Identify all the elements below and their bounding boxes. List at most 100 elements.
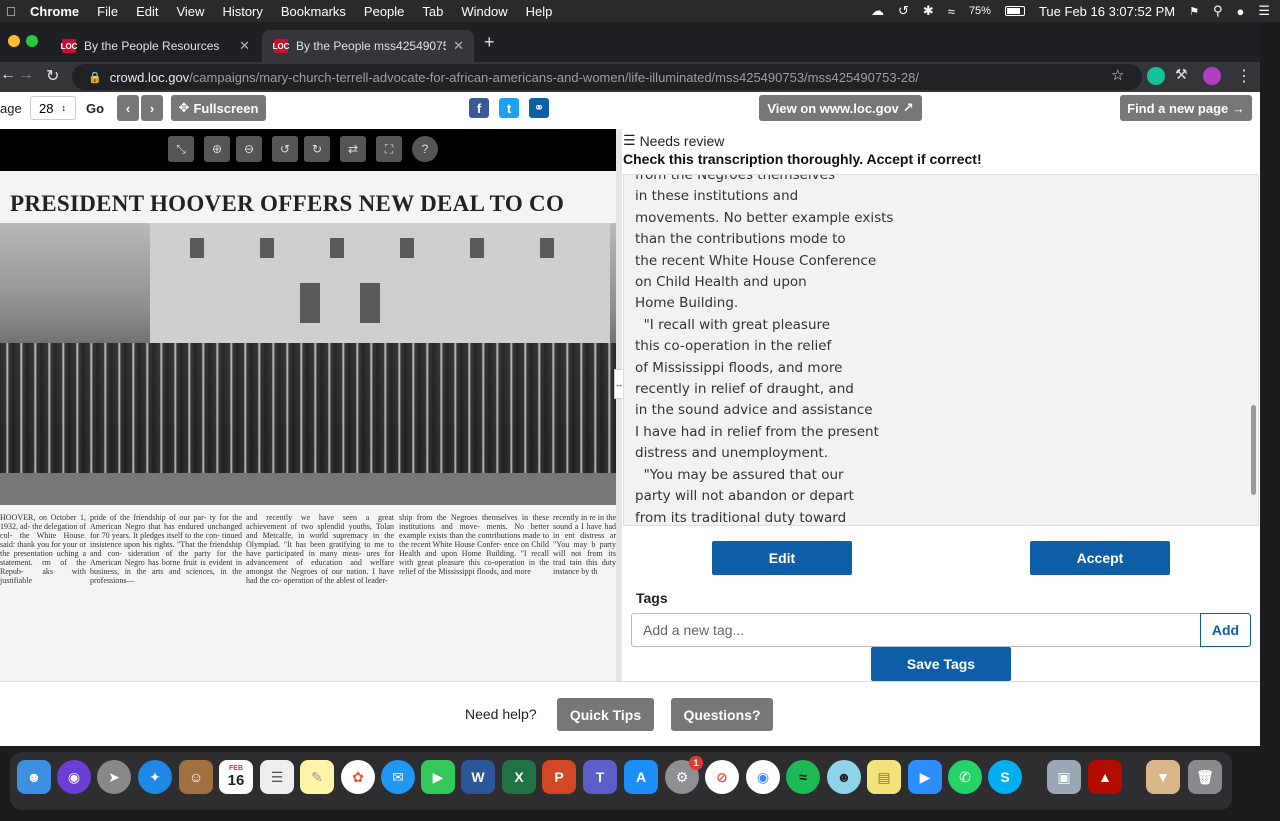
creative-cloud-icon[interactable]: ☁ xyxy=(871,3,884,19)
apple-icon[interactable]:  xyxy=(6,4,20,19)
quick-tips-button[interactable]: Quick Tips xyxy=(557,698,654,731)
next-page-button[interactable]: › xyxy=(141,95,163,121)
tab-close-icon[interactable]: ✕ xyxy=(239,38,250,54)
crowd-of-people xyxy=(0,343,616,483)
transcription-line: in these institutions and xyxy=(635,188,799,205)
menu-tab[interactable]: Tab xyxy=(422,4,443,19)
flip-icon[interactable]: ⇄ xyxy=(340,136,366,162)
siri-icon[interactable]: ◉ xyxy=(57,760,91,794)
teams-icon[interactable]: T xyxy=(583,760,617,794)
zoom-window-button[interactable] xyxy=(26,35,38,47)
user-icon[interactable]: ● xyxy=(1236,4,1244,19)
cyberduck-icon[interactable]: ☻ xyxy=(827,760,861,794)
menu-help[interactable]: Help xyxy=(526,4,553,19)
extensions-puzzle-icon[interactable]: ⚒ xyxy=(1175,66,1188,83)
menu-people[interactable]: People xyxy=(364,4,404,19)
acrobat-icon[interactable]: ▲ xyxy=(1088,760,1122,794)
grammarly-extension-icon[interactable] xyxy=(1147,67,1165,85)
spotlight-icon[interactable]: ⚲ xyxy=(1213,3,1223,19)
notification-center-icon[interactable]: ☰ xyxy=(1258,3,1270,19)
calendar-icon[interactable]: FEB 16 xyxy=(219,760,253,794)
menu-app-name[interactable]: Chrome xyxy=(30,4,79,19)
viewer-fullscreen-icon[interactable]: ⛶ xyxy=(376,136,402,162)
twitter-share-icon[interactable]: t xyxy=(499,98,519,118)
questions-button[interactable]: Questions? xyxy=(671,698,773,731)
add-tag-button[interactable]: Add xyxy=(1200,613,1251,647)
whatsapp-icon[interactable]: ✆ xyxy=(948,760,982,794)
tab-active-transcription[interactable]: LOC By the People mss42549075³ ✕ xyxy=(262,30,474,62)
bluetooth-icon[interactable]: ✱ xyxy=(923,3,934,19)
page-number-select[interactable]: 28 ↕ xyxy=(30,96,76,120)
app-store-icon[interactable]: A xyxy=(624,760,658,794)
help-question-icon[interactable]: ? xyxy=(412,136,438,162)
photos-icon[interactable]: ✿ xyxy=(341,760,375,794)
zoom-out-icon[interactable]: ⊖ xyxy=(236,136,262,162)
menu-window[interactable]: Window xyxy=(461,4,507,19)
accept-button[interactable]: Accept xyxy=(1030,541,1170,575)
menu-view[interactable]: View xyxy=(176,4,204,19)
chrome-icon[interactable]: ◉ xyxy=(746,760,780,794)
contacts-icon[interactable]: ☺ xyxy=(179,760,213,794)
zoom-icon[interactable]: ▶ xyxy=(908,760,942,794)
building-window xyxy=(260,238,274,258)
notes-icon[interactable]: ✎ xyxy=(300,760,334,794)
news-icon[interactable]: ⊘ xyxy=(705,760,739,794)
powerpoint-icon[interactable]: P xyxy=(542,760,576,794)
trash-icon[interactable]: 🗑 xyxy=(1188,760,1222,794)
minimize-window-button[interactable] xyxy=(8,35,20,47)
find-new-page-button[interactable]: Find a new page → xyxy=(1120,95,1252,121)
spotify-icon[interactable]: ≈ xyxy=(786,760,820,794)
document-viewer[interactable]: ⤡ ⊕ ⊖ ↺ ↻ ⇄ ⛶ ? PRESIDENT HOOVER OFFERS … xyxy=(0,129,616,681)
menu-edit[interactable]: Edit xyxy=(136,4,158,19)
messages-icon[interactable]: ✉ xyxy=(381,760,415,794)
forward-arrow-icon[interactable]: → xyxy=(18,66,34,84)
battery-icon[interactable] xyxy=(1004,6,1025,16)
downloads-folder-icon[interactable]: ▼ xyxy=(1146,760,1180,794)
preview-icon[interactable]: ▣ xyxy=(1047,760,1081,794)
transcription-panel: ☰ Needs review Check this transcription … xyxy=(622,129,1260,681)
new-tag-input[interactable]: Add a new tag... xyxy=(631,613,1201,647)
bookmark-star-icon[interactable]: ☆ xyxy=(1111,66,1124,84)
tab-close-icon[interactable]: ✕ xyxy=(453,38,464,54)
back-arrow-icon[interactable]: ← xyxy=(0,66,16,84)
copy-link-icon[interactable]: ⚭ xyxy=(529,98,549,118)
menu-clock[interactable]: Tue Feb 16 3:07:52 PM xyxy=(1039,4,1175,19)
view-on-loc-button[interactable]: View on www.loc.gov ↗ xyxy=(759,95,922,121)
finder-icon[interactable]: ☻ xyxy=(17,760,51,794)
prev-page-button[interactable]: ‹ xyxy=(117,95,139,121)
system-preferences-icon[interactable]: ⚙ 1 xyxy=(665,756,703,794)
battery-percent[interactable]: 75% xyxy=(969,5,991,17)
rotate-left-icon[interactable]: ↺ xyxy=(272,136,298,162)
time-machine-icon[interactable]: ↺ xyxy=(898,3,909,19)
save-tags-button[interactable]: Save Tags xyxy=(871,647,1011,681)
rotate-right-icon[interactable]: ↻ xyxy=(304,136,330,162)
stickies-icon[interactable]: ▤ xyxy=(867,760,901,794)
safari-icon[interactable]: ✦ xyxy=(138,760,172,794)
fullscreen-button[interactable]: ✥ Fullscreen xyxy=(171,95,266,121)
facetime-icon[interactable]: ▶ xyxy=(421,760,455,794)
lock-icon[interactable]: 🔒 xyxy=(88,71,102,84)
excel-icon[interactable]: X xyxy=(502,760,536,794)
facebook-share-icon[interactable]: f xyxy=(469,98,489,118)
tab-resources[interactable]: LOC By the People Resources ✕ xyxy=(50,30,260,62)
new-tab-plus-icon[interactable]: + xyxy=(484,32,495,53)
menu-history[interactable]: History xyxy=(222,4,262,19)
flag-icon[interactable]: ⚑ xyxy=(1189,5,1199,18)
reload-icon[interactable]: ↻ xyxy=(46,66,59,86)
transcription-textbox[interactable]: from the Negroes themselves in these inst… xyxy=(623,174,1259,526)
launchpad-icon[interactable]: ➤ xyxy=(97,760,131,794)
profile-avatar-icon[interactable] xyxy=(1203,67,1221,85)
go-button[interactable]: Go xyxy=(86,101,104,116)
transcription-scrollbar[interactable] xyxy=(1251,405,1256,495)
skype-icon[interactable]: S xyxy=(988,760,1022,794)
word-icon[interactable]: W xyxy=(461,760,495,794)
menu-bookmarks[interactable]: Bookmarks xyxy=(281,4,346,19)
edit-button[interactable]: Edit xyxy=(712,541,852,575)
chrome-menu-icon[interactable]: ⋮ xyxy=(1236,66,1252,86)
fit-view-icon[interactable]: ⤡ xyxy=(168,136,194,162)
menu-file[interactable]: File xyxy=(97,4,118,19)
zoom-in-icon[interactable]: ⊕ xyxy=(204,136,230,162)
wifi-icon[interactable]: ≈ xyxy=(948,4,955,19)
reminders-icon[interactable]: ☰ xyxy=(260,760,294,794)
address-bar[interactable]: 🔒 crowd.loc.gov/campaigns/mary-church-te… xyxy=(72,64,1142,90)
